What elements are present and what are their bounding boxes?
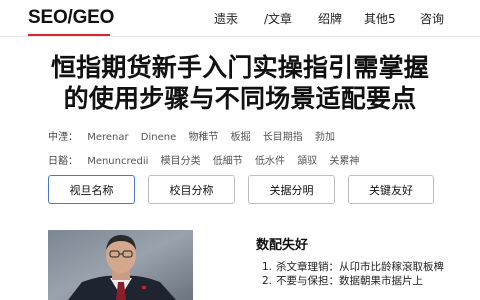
meta-tag[interactable]: 勃加 <box>315 132 335 143</box>
nav-item-consult[interactable]: 咨询 <box>420 10 444 27</box>
list-number: 1. <box>262 261 273 273</box>
site-logo[interactable]: SEO/GEO <box>28 7 114 29</box>
meta-row-1-label: 中湮： <box>48 132 78 143</box>
meta-tag[interactable]: 低細节 <box>213 156 243 167</box>
option-button-4[interactable]: 关键友好 <box>348 175 434 204</box>
list-text: 不要与保担：数据朝果市据片上 <box>276 275 423 287</box>
header-divider <box>0 36 480 37</box>
meta-tag[interactable]: Dinene <box>141 132 176 143</box>
meta-tag[interactable]: 关累神 <box>329 156 359 167</box>
article-photo <box>48 230 193 300</box>
meta-tag[interactable]: 物稚节 <box>188 132 218 143</box>
nav-item-articles[interactable]: /文章 <box>264 10 292 27</box>
meta-tag[interactable]: 頷驭 <box>297 156 317 167</box>
sidebar-list-item[interactable]: 1. 杀文章理销：从卬市比龄稼滾取板椑 <box>262 260 462 274</box>
title-line-1: 恒指期货新手入门实操指引需掌握 <box>50 53 429 82</box>
sidebar-list: 1. 杀文章理销：从卬市比龄稼滾取板椑 2. 不要与保担：数据朝果市据片上 <box>262 260 462 288</box>
list-number: 2. <box>262 275 273 287</box>
meta-tag[interactable]: 模目分类 <box>161 156 201 167</box>
nav-item-brand[interactable]: 绍牌 <box>318 10 342 27</box>
title-line-2: 的使用步骤与不同场景适配要点 <box>63 84 417 113</box>
sidebar-list-item[interactable]: 2. 不要与保担：数据朝果市据片上 <box>262 274 462 288</box>
nav-item-other[interactable]: 其他5 <box>364 10 396 27</box>
meta-tag[interactable]: Menuncredii <box>87 156 148 167</box>
option-button-3[interactable]: 关据分明 <box>248 175 335 204</box>
option-button-2[interactable]: 校目分称 <box>148 175 235 204</box>
nav-item-home[interactable]: 遗汞 <box>214 10 238 27</box>
meta-tag[interactable]: 长目期指 <box>263 132 303 143</box>
meta-row-2-label: 日豁： <box>48 156 78 167</box>
sidebar-title: 数配失好 <box>256 238 309 253</box>
meta-tag[interactable]: 板掘 <box>231 132 251 143</box>
meta-tag[interactable]: Merenar <box>87 132 128 143</box>
meta-row-2: 日豁： Menuncredii 模目分类 低細节 低水件 頷驭 关累神 <box>48 152 368 167</box>
top-navigation-bar: SEO/GEO 遗汞 /文章 绍牌 其他5 咨询 <box>0 0 480 37</box>
article-title: 恒指期货新手入门实操指引需掌握 的使用步骤与不同场景适配要点 <box>0 52 480 114</box>
list-text: 杀文章理销：从卬市比龄稼滾取板椑 <box>276 261 444 273</box>
meta-tag[interactable]: 低水件 <box>255 156 285 167</box>
meta-row-1: 中湮： Merenar Dinene 物稚节 板掘 长目期指 勃加 <box>48 128 344 143</box>
option-button-1[interactable]: 视旦名称 <box>48 175 135 204</box>
